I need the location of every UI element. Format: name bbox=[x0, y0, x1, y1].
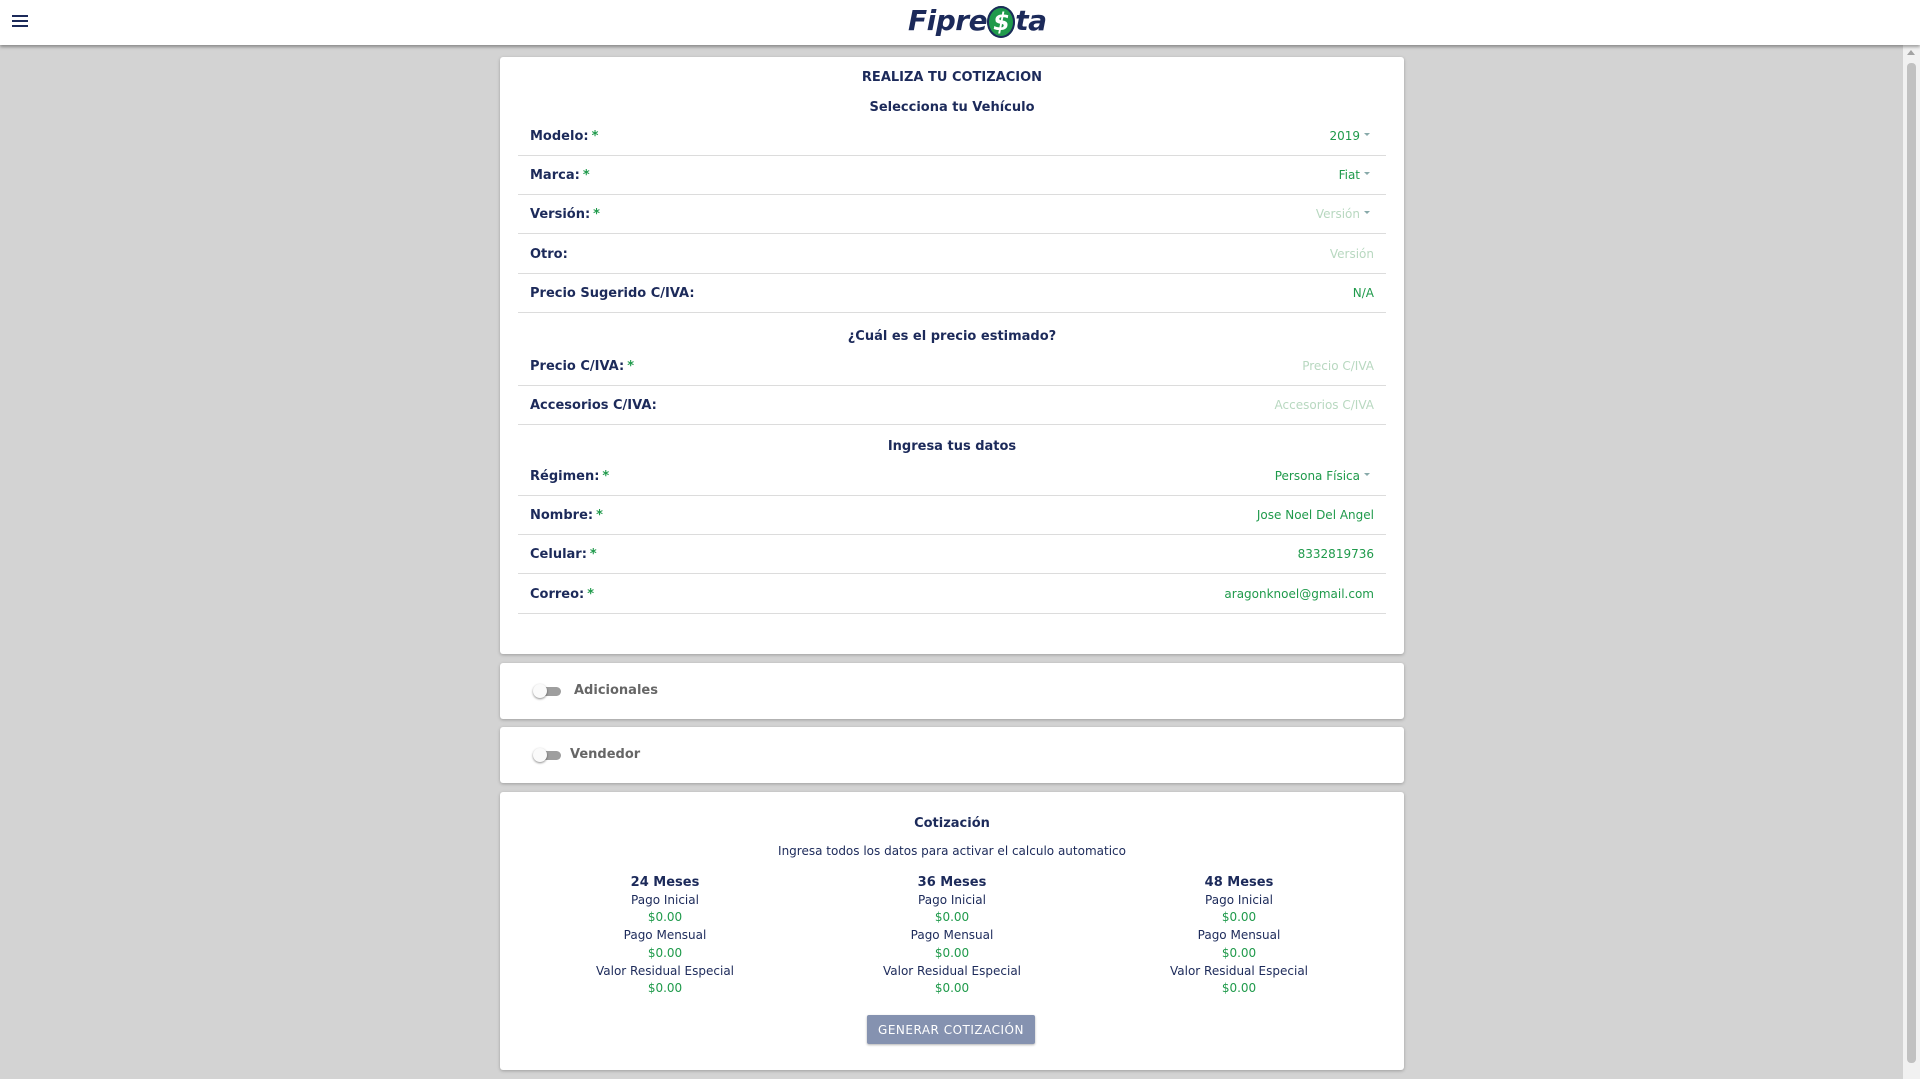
pago-mensual-value: $0.00 bbox=[934, 945, 970, 960]
residual-value: $0.00 bbox=[1221, 981, 1257, 996]
logo-dollar-mark: $ bbox=[987, 6, 1016, 38]
term-head: 36 Meses bbox=[917, 875, 987, 890]
cotizacion-card: Cotización Ingresa todos los datos para … bbox=[500, 792, 1404, 1070]
precio-sugerido-label: Precio Sugerido C/IVA: bbox=[530, 286, 695, 301]
correo-row: Correo: * aragonknoel@gmail.com bbox=[518, 575, 1386, 614]
celular-input[interactable]: 8332819736 bbox=[1298, 547, 1374, 561]
adicionales-label: Adicionales bbox=[574, 683, 658, 698]
generar-cotizacion-button[interactable]: GENERAR COTIZACIÓN bbox=[867, 1015, 1035, 1044]
otro-input[interactable]: Versión bbox=[1330, 247, 1374, 261]
celular-label: Celular: * bbox=[530, 547, 597, 562]
nombre-input[interactable]: Jose Noel Del Angel bbox=[1257, 508, 1374, 522]
cotizacion-subtitle: Ingresa todos los datos para activar el … bbox=[778, 844, 1126, 858]
fipresta-logo[interactable]: Fipre $ ta bbox=[908, 4, 1047, 38]
dropdown-caret-icon bbox=[1364, 473, 1370, 476]
logo-text-pre: Fipre bbox=[908, 4, 988, 37]
modelo-label: Modelo: * bbox=[530, 129, 599, 144]
scroll-up-arrow-icon[interactable] bbox=[1907, 50, 1915, 55]
term-head: 24 Meses bbox=[630, 875, 700, 890]
version-label: Versión: * bbox=[530, 207, 600, 222]
price-section-title: ¿Cuál es el precio estimado? bbox=[847, 329, 1057, 344]
residual-value: $0.00 bbox=[934, 981, 970, 996]
pago-mensual-value: $0.00 bbox=[647, 945, 683, 960]
nombre-row: Nombre: * Jose Noel Del Angel bbox=[518, 496, 1386, 535]
modelo-row: Modelo: * 2019 bbox=[518, 117, 1386, 156]
modelo-select[interactable]: 2019 bbox=[1329, 129, 1370, 143]
precio-row: Precio C/IVA: * Precio C/IVA bbox=[518, 347, 1386, 386]
form-title: REALIZA TU COTIZACION bbox=[861, 70, 1043, 85]
residual-label: Valor Residual Especial bbox=[883, 963, 1021, 978]
marca-select[interactable]: Fiat bbox=[1339, 168, 1370, 182]
pago-inicial-label: Pago Inicial bbox=[918, 892, 986, 907]
residual-label: Valor Residual Especial bbox=[596, 963, 734, 978]
page-scrollbar[interactable] bbox=[1903, 45, 1920, 1079]
dropdown-caret-icon bbox=[1364, 172, 1370, 175]
marca-label: Marca: * bbox=[530, 168, 590, 183]
regimen-row: Régimen: * Persona Física bbox=[518, 457, 1386, 496]
term-36: 36 Meses Pago Inicial $0.00 Pago Mensual… bbox=[852, 874, 1052, 998]
hamburger-menu-icon[interactable] bbox=[12, 15, 28, 28]
pago-mensual-label: Pago Mensual bbox=[1197, 928, 1281, 943]
otro-row: Otro: Versión bbox=[518, 235, 1386, 274]
pago-mensual-label: Pago Mensual bbox=[623, 928, 707, 943]
marca-row: Marca: * Fiat bbox=[518, 156, 1386, 195]
top-app-bar: Fipre $ ta bbox=[0, 0, 1920, 45]
pago-inicial-value: $0.00 bbox=[934, 910, 970, 925]
pago-inicial-label: Pago Inicial bbox=[631, 892, 699, 907]
regimen-label: Régimen: * bbox=[530, 469, 610, 484]
vendedor-toggle[interactable] bbox=[533, 748, 561, 762]
toggle-knob bbox=[533, 748, 547, 762]
accesorios-row: Accesorios C/IVA: Accesorios C/IVA bbox=[518, 386, 1386, 425]
pago-mensual-label: Pago Mensual bbox=[910, 928, 994, 943]
term-head: 48 Meses bbox=[1204, 875, 1274, 890]
pago-inicial-value: $0.00 bbox=[1221, 910, 1257, 925]
dropdown-caret-icon bbox=[1364, 211, 1370, 214]
pago-mensual-value: $0.00 bbox=[1221, 945, 1257, 960]
residual-value: $0.00 bbox=[647, 981, 683, 996]
precio-sugerido-row: Precio Sugerido C/IVA: N/A bbox=[518, 274, 1386, 313]
adicionales-toggle[interactable] bbox=[533, 684, 561, 698]
vehicle-section-title: Selecciona tu Vehículo bbox=[869, 100, 1035, 115]
otro-label: Otro: bbox=[530, 247, 568, 262]
nombre-label: Nombre: * bbox=[530, 508, 603, 523]
regimen-select[interactable]: Persona Física bbox=[1275, 469, 1370, 483]
term-24: 24 Meses Pago Inicial $0.00 Pago Mensual… bbox=[565, 874, 765, 998]
celular-row: Celular: * 8332819736 bbox=[518, 535, 1386, 574]
pago-inicial-label: Pago Inicial bbox=[1205, 892, 1273, 907]
cotizacion-title: Cotización bbox=[914, 816, 990, 831]
precio-sugerido-value: N/A bbox=[1352, 286, 1374, 300]
logo-text-post: ta bbox=[1015, 4, 1047, 37]
quote-form-card: REALIZA TU COTIZACION Selecciona tu Vehí… bbox=[500, 57, 1404, 654]
data-section-title: Ingresa tus datos bbox=[887, 439, 1017, 454]
accesorios-label: Accesorios C/IVA: bbox=[530, 398, 657, 413]
correo-label: Correo: * bbox=[530, 587, 595, 602]
pago-inicial-value: $0.00 bbox=[647, 910, 683, 925]
precio-input[interactable]: Precio C/IVA bbox=[1302, 359, 1374, 373]
correo-input[interactable]: aragonknoel@gmail.com bbox=[1224, 587, 1374, 601]
term-48: 48 Meses Pago Inicial $0.00 Pago Mensual… bbox=[1139, 874, 1339, 998]
accesorios-input[interactable]: Accesorios C/IVA bbox=[1275, 398, 1374, 412]
residual-label: Valor Residual Especial bbox=[1170, 963, 1308, 978]
toggle-knob bbox=[533, 684, 547, 698]
version-select[interactable]: Versión bbox=[1316, 207, 1370, 221]
version-row: Versión: * Versión bbox=[518, 195, 1386, 234]
adicionales-card: Adicionales bbox=[500, 663, 1404, 719]
precio-label: Precio C/IVA: * bbox=[530, 359, 634, 374]
vendedor-label: Vendedor bbox=[570, 747, 641, 762]
scrollbar-thumb[interactable] bbox=[1907, 63, 1916, 1063]
dropdown-caret-icon bbox=[1364, 133, 1370, 136]
vendedor-card: Vendedor bbox=[500, 727, 1404, 783]
